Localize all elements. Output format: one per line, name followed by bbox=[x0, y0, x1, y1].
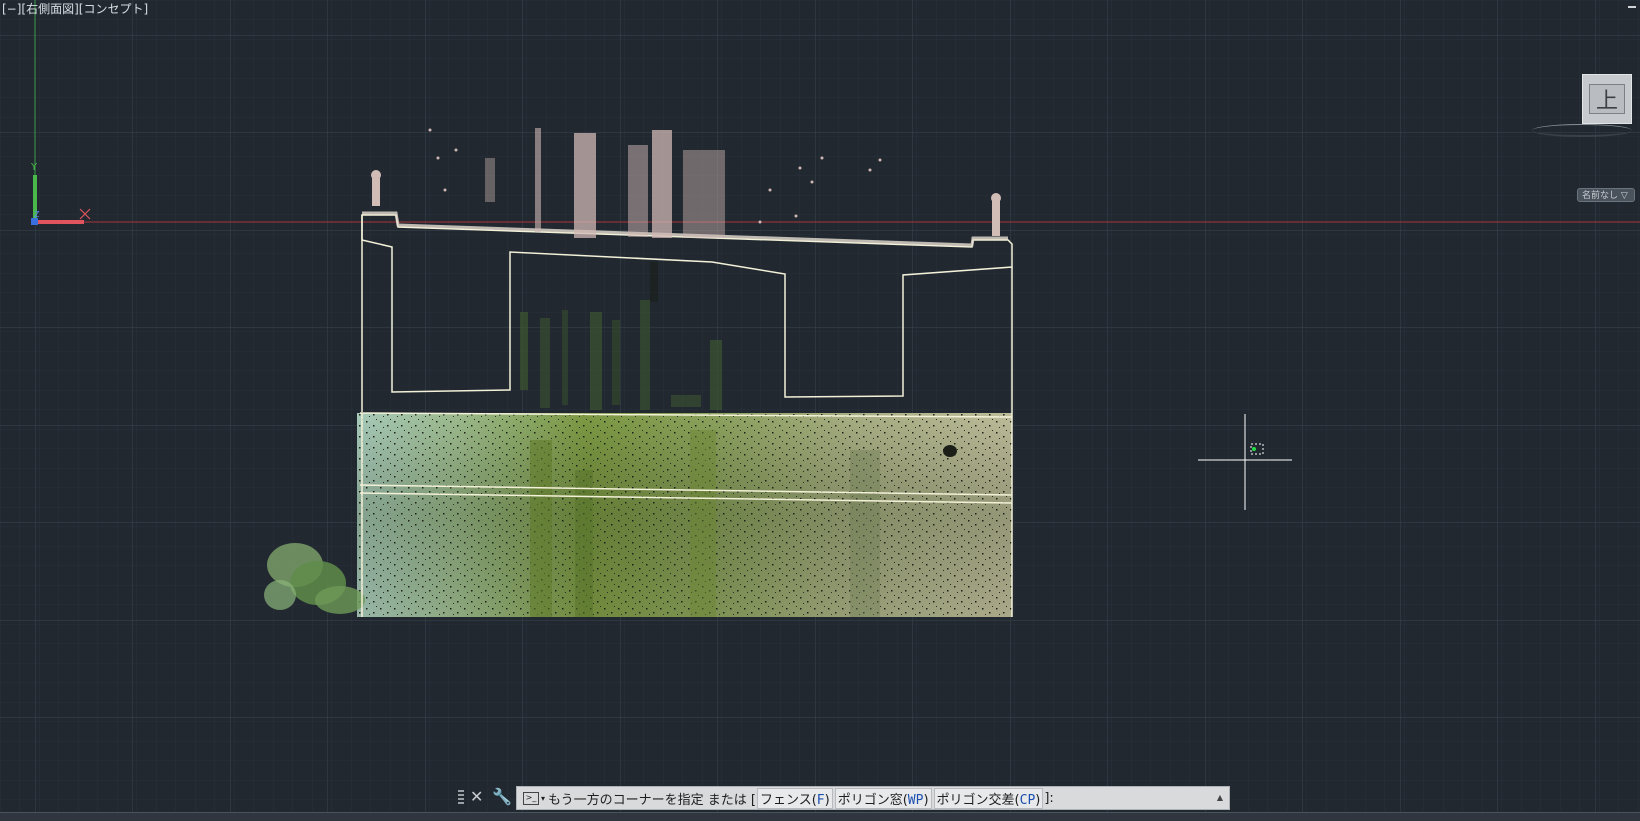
close-icon[interactable]: ✕ bbox=[470, 787, 483, 807]
option-wpolygon[interactable]: ポリゴン窓(WP) bbox=[834, 787, 932, 809]
chevron-up-icon[interactable]: ▲ bbox=[1217, 793, 1223, 802]
prompt-icon[interactable]: >_ bbox=[523, 791, 539, 805]
option-key: F bbox=[816, 792, 825, 808]
command-line-bar: ✕ 🔧 >_ ▾ もう一方のコーナーを指定 または [ フェンス(F) ポリゴン… bbox=[458, 786, 1230, 810]
prompt-dropdown-icon[interactable]: ▾ bbox=[541, 794, 545, 803]
viewcube[interactable]: 上 bbox=[1582, 74, 1632, 124]
option-fence[interactable]: フェンス(F) bbox=[756, 787, 833, 809]
ucs-z-label: Z bbox=[34, 210, 40, 219]
option-label: ポリゴン窓 bbox=[837, 792, 903, 808]
ucs-menu[interactable]: 名前なし ▽ bbox=[1577, 188, 1635, 202]
ucs-y-label: Y bbox=[30, 162, 38, 173]
command-suffix: ]: bbox=[1044, 790, 1054, 806]
option-label: ポリゴン交差 bbox=[936, 792, 1015, 808]
wrench-icon[interactable]: 🔧 bbox=[492, 787, 512, 807]
option-key: WP bbox=[907, 792, 924, 808]
viewcube-top-face[interactable]: 上 bbox=[1589, 84, 1625, 114]
viewcube-compass[interactable] bbox=[1532, 124, 1632, 137]
drawing-viewport[interactable]: Y Z [−][右側面図][コンセプト] 上 名前なし ▽ bbox=[0, 0, 1640, 820]
viewport-controls-label[interactable]: [−][右側面図][コンセプト] bbox=[2, 0, 148, 17]
command-line-input[interactable]: >_ ▾ もう一方のコーナーを指定 または [ フェンス(F) ポリゴン窓(WP… bbox=[516, 786, 1230, 810]
viewport-minimize-control[interactable] bbox=[1628, 6, 1636, 8]
command-prompt-text: もう一方のコーナーを指定 または [ bbox=[548, 792, 756, 808]
option-label: フェンス bbox=[759, 792, 812, 808]
wall-point-cloud bbox=[357, 413, 1012, 617]
command-line-grip[interactable] bbox=[458, 790, 464, 806]
option-cpolygon[interactable]: ポリゴン交差(CP) bbox=[933, 787, 1044, 809]
model-canvas[interactable]: Y Z bbox=[0, 0, 1640, 820]
option-key: CP bbox=[1019, 792, 1036, 808]
